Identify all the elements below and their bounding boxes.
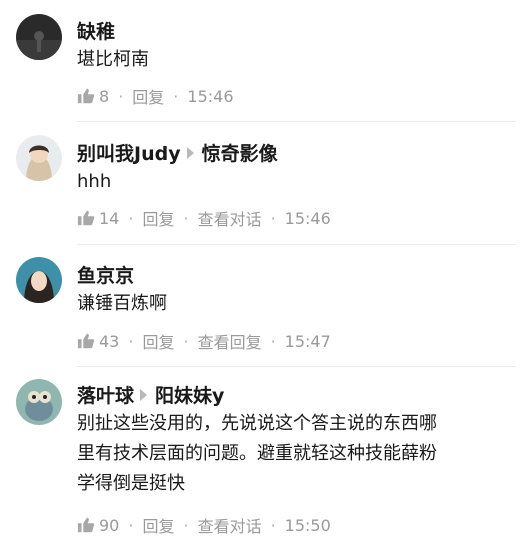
author-name[interactable]: 别叫我Judy [77,139,181,166]
reply-button[interactable]: 回复 [132,84,164,108]
divider [77,121,516,122]
separator-dot: · [183,515,189,535]
separator-dot: · [118,86,124,106]
timestamp: 15:46 [187,86,234,106]
separator-dot: · [270,515,276,535]
avatar[interactable] [16,135,62,181]
like-count: 43 [99,331,120,351]
comment-text: hhh [77,171,112,192]
reply-button[interactable]: 回复 [142,513,174,537]
like-count: 14 [99,208,120,228]
like-count: 90 [99,515,120,535]
view-conversation-button[interactable]: 查看对话 [198,206,262,230]
reply-to-name[interactable]: 阳妹妹y [155,381,224,408]
like-count: 8 [99,86,110,106]
separator-dot: · [128,515,134,535]
thumbs-up-icon[interactable] [77,209,95,227]
reply-arrow-icon [186,146,194,159]
reply-arrow-icon [140,388,148,401]
comment-text-line: 学得倒是挺快 [77,473,185,494]
comment-text: 别扯这些没用的，先说说这个答主说的东西哪 里有技术层面的问题。避重就轻这种技能薛… [77,409,517,499]
separator-dot: · [128,331,134,351]
avatar[interactable] [16,14,62,60]
comment-text-line: 别扯这些没用的，先说说这个答主说的东西哪 [77,413,437,434]
comment-text: 谦锤百炼啊 [77,293,167,314]
comment-text-line: 里有技术层面的问题。避重就轻这种技能薛粉 [77,443,437,464]
comment-text: 堪比柯南 [77,49,149,70]
author-name[interactable]: 缺稚 [77,17,115,44]
view-conversation-button[interactable]: 查看对话 [198,513,262,537]
separator-dot: · [183,208,189,228]
view-replies-button[interactable]: 查看回复 [198,329,262,353]
thumbs-up-icon[interactable] [77,87,95,105]
reply-button[interactable]: 回复 [142,206,174,230]
thumbs-up-icon[interactable] [77,516,95,534]
author-name[interactable]: 鱼京京 [77,261,134,288]
timestamp: 15:46 [284,208,331,228]
avatar[interactable] [16,257,62,303]
reply-button[interactable]: 回复 [142,329,174,353]
divider [77,244,516,245]
separator-dot: · [270,208,276,228]
thumbs-up-icon[interactable] [77,332,95,350]
divider [77,366,516,367]
separator-dot: · [173,86,179,106]
reply-to-name[interactable]: 惊奇影像 [202,139,278,166]
separator-dot: · [128,208,134,228]
timestamp: 15:50 [284,515,331,535]
author-name[interactable]: 落叶球 [77,381,134,408]
avatar[interactable] [16,379,62,425]
separator-dot: · [270,331,276,351]
timestamp: 15:47 [284,331,331,351]
separator-dot: · [183,331,189,351]
